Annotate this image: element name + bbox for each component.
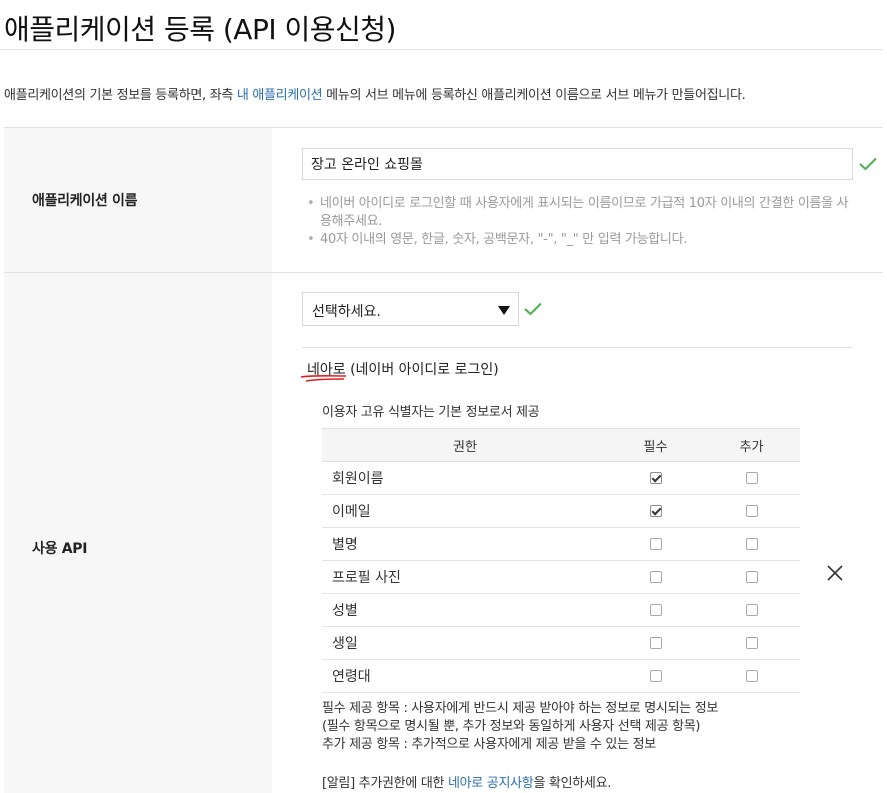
row-divider — [4, 272, 883, 273]
app-name-input[interactable] — [302, 148, 853, 180]
additional-checkbox[interactable] — [745, 571, 758, 583]
permission-row: 프로필 사진 — [322, 560, 800, 594]
permission-table: 권한 필수 추가 회원이름 이메일 별명 프로필 사진 성별 생일 연령대 — [322, 428, 800, 693]
permission-name: 별명 — [322, 527, 608, 561]
my-applications-link[interactable]: 내 애플리케이션 — [237, 88, 323, 103]
additional-checkbox[interactable] — [745, 637, 758, 649]
permission-row: 생일 — [322, 626, 800, 660]
permission-required-cell — [608, 461, 703, 495]
required-checkbox[interactable] — [649, 637, 662, 649]
permission-additional-cell — [703, 494, 800, 528]
permission-row: 별명 — [322, 527, 800, 561]
permission-required-cell — [608, 560, 703, 594]
permission-name: 연령대 — [322, 659, 608, 693]
permission-additional-cell — [703, 560, 800, 594]
permission-additional-cell — [703, 461, 800, 495]
app-name-label: 애플리케이션 이름 — [32, 193, 138, 209]
permission-name: 회원이름 — [322, 461, 608, 495]
permission-required-cell — [608, 593, 703, 627]
note-line: 추가 제공 항목 : 추가적으로 사용자에게 제공 받을 수 있는 정보 — [322, 737, 656, 752]
notice-text-end: 을 확인하세요. — [533, 776, 612, 791]
permission-row: 이메일 — [322, 494, 800, 528]
provision-notes: 필수 제공 항목 : 사용자에게 반드시 제공 받아야 하는 정보로 명시되는 … — [322, 700, 718, 754]
permission-table-header: 권한 필수 추가 — [322, 428, 800, 462]
permission-row: 성별 — [322, 593, 800, 627]
api-section-divider — [302, 347, 853, 348]
permission-required-cell — [608, 494, 703, 528]
note-line: 필수 제공 항목 : 사용자에게 반드시 제공 받아야 하는 정보로 명시되는 … — [322, 701, 719, 716]
header-required: 필수 — [608, 428, 703, 462]
permission-additional-cell — [703, 626, 800, 660]
intro-text-start: 애플리케이션의 기본 정보를 등록하면, 좌측 — [4, 88, 237, 103]
required-checkbox[interactable] — [649, 472, 662, 484]
hint-item: 40자 이내의 영문, 한글, 숫자, 공백문자, "-", "_" 만 입력 … — [307, 231, 852, 249]
dropdown-arrow-icon — [498, 306, 510, 315]
close-icon[interactable] — [826, 564, 844, 582]
permission-name: 생일 — [322, 626, 608, 660]
permission-additional-cell — [703, 659, 800, 693]
required-checkbox[interactable] — [649, 505, 662, 517]
header-additional: 추가 — [703, 428, 800, 462]
permission-row: 연령대 — [322, 659, 800, 693]
permission-name: 성별 — [322, 593, 608, 627]
notice-text-start: [알림] 추가권한에 대한 — [322, 776, 448, 791]
required-checkbox[interactable] — [649, 670, 662, 682]
required-checkbox[interactable] — [649, 538, 662, 550]
api-select-value: 선택하세요. — [312, 304, 381, 320]
api-label: 사용 API — [32, 541, 88, 557]
intro-text-end: 메뉴의 서브 메뉴에 등록하신 애플리케이션 이름으로 서브 메뉴가 만들어집니… — [322, 88, 746, 103]
permission-required-cell — [608, 527, 703, 561]
permission-additional-cell — [703, 593, 800, 627]
required-checkbox[interactable] — [649, 571, 662, 583]
hint-item: 네이버 아이디로 로그인할 때 사용자에게 표시되는 이름이므로 가급적 10자… — [307, 195, 852, 231]
check-icon — [524, 302, 542, 316]
check-icon — [859, 157, 877, 171]
additional-checkbox[interactable] — [745, 472, 758, 484]
permission-required-cell — [608, 659, 703, 693]
additional-checkbox[interactable] — [745, 538, 758, 550]
uid-note: 이용자 고유 식별자는 기본 정보로서 제공 — [322, 405, 540, 420]
notice-text: [알림] 추가권한에 대한 네아로 공지사항을 확인하세요. — [322, 772, 611, 791]
permission-additional-cell — [703, 527, 800, 561]
page-title: 애플리케이션 등록 (API 이용신청) — [4, 13, 396, 46]
intro-text: 애플리케이션의 기본 정보를 등록하면, 좌측 내 애플리케이션 메뉴의 서브 … — [4, 84, 746, 103]
naver-login-notice-link[interactable]: 네아로 공지사항 — [448, 776, 534, 791]
api-label-cell — [4, 273, 272, 793]
app-name-hints: 네이버 아이디로 로그인할 때 사용자에게 표시되는 이름이므로 가급적 10자… — [307, 195, 852, 249]
permission-row: 회원이름 — [322, 461, 800, 495]
api-select[interactable]: 선택하세요. — [302, 292, 519, 326]
additional-checkbox[interactable] — [745, 604, 758, 616]
title-divider — [0, 49, 883, 50]
note-line: (필수 항목으로 명시될 뿐, 추가 정보와 동일하게 사용자 선택 제공 항목… — [322, 719, 701, 734]
permission-name: 프로필 사진 — [322, 560, 608, 594]
required-checkbox[interactable] — [649, 604, 662, 616]
api-description: (네이버 아이디로 로그인) — [345, 362, 499, 378]
additional-checkbox[interactable] — [745, 670, 758, 682]
additional-checkbox[interactable] — [745, 505, 758, 517]
red-underline-annotation — [300, 374, 347, 382]
permission-name: 이메일 — [322, 494, 608, 528]
header-permission: 권한 — [322, 428, 608, 462]
permission-required-cell — [608, 626, 703, 660]
